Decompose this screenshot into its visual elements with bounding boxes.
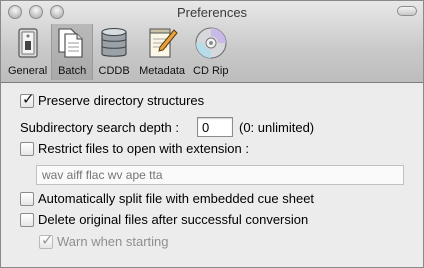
preserve-dirs-row[interactable]: Preserve directory structures (20, 90, 205, 108)
toolbar: General Batch CDDB Metadata CD Rip (4, 24, 232, 80)
depth-input[interactable] (196, 117, 233, 137)
depth-hint: (0: unlimited) (238, 119, 315, 135)
title-bar: Preferences General Batch CDDB Metadata … (1, 1, 423, 83)
warn-start-label: Warn when starting (57, 234, 169, 249)
tab-general-label: General (8, 65, 48, 77)
tab-batch[interactable]: Batch (51, 24, 94, 80)
batch-settings-panel: Preserve directory structures Subdirecto… (1, 84, 423, 268)
database-icon (101, 27, 127, 57)
tab-cd-rip[interactable]: CD Rip (189, 24, 232, 80)
delete-original-row[interactable]: Delete original files after successful c… (20, 212, 308, 227)
preferences-window: Preferences General Batch CDDB Metadata … (0, 0, 424, 268)
delete-original-label: Delete original files after successful c… (38, 212, 309, 227)
split-cue-label: Automatically split file with embedded c… (38, 191, 315, 206)
tab-cd-rip-label: CD Rip (193, 65, 229, 77)
tab-batch-label: Batch (58, 65, 87, 77)
preserve-dirs-checkbox[interactable] (20, 90, 35, 108)
tab-metadata-label: Metadata (139, 65, 186, 77)
restrict-ext-checkbox[interactable] (20, 141, 34, 156)
preserve-dirs-label: Preserve directory structures (38, 93, 205, 108)
split-cue-checkbox[interactable] (20, 191, 34, 206)
tab-metadata[interactable]: Metadata (135, 24, 189, 80)
documents-icon (58, 28, 83, 58)
toolbar-toggle-button[interactable] (397, 6, 417, 16)
depth-label: Subdirectory search depth : (20, 119, 179, 135)
delete-original-checkbox[interactable] (20, 212, 34, 227)
split-cue-row[interactable]: Automatically split file with embedded c… (20, 191, 314, 206)
depth-row: Subdirectory search depth : (0: unlimite… (20, 117, 314, 137)
warn-start-checkbox[interactable] (39, 231, 54, 249)
tab-cddb-label: CDDB (98, 65, 130, 77)
tab-general[interactable]: General (4, 24, 51, 80)
extension-field[interactable] (36, 165, 404, 185)
restrict-ext-row[interactable]: Restrict files to open with extension : (20, 141, 249, 156)
warn-start-row[interactable]: Warn when starting (39, 231, 169, 249)
restrict-ext-label: Restrict files to open with extension : (38, 141, 249, 156)
tab-cddb[interactable]: CDDB (93, 24, 135, 80)
switch-icon (17, 28, 38, 58)
window-title: Preferences (176, 5, 248, 20)
notepad-pencil-icon (149, 28, 178, 58)
cd-icon (195, 27, 227, 59)
